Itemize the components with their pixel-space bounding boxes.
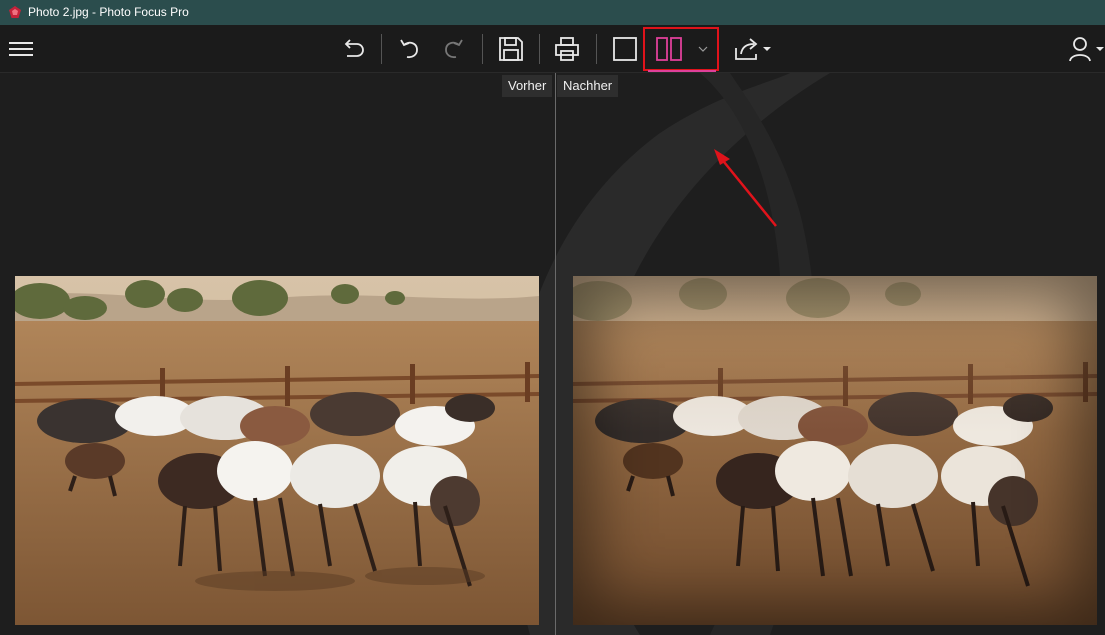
after-photo <box>573 276 1097 625</box>
undo-icon[interactable] <box>395 35 423 63</box>
split-view-icon[interactable] <box>654 35 684 63</box>
after-label: Nachher <box>557 75 619 97</box>
before-photo <box>15 276 539 625</box>
toolbar-separator <box>381 34 382 64</box>
active-indicator <box>648 70 716 72</box>
image-canvas: Vorher Nachher <box>0 73 1105 635</box>
annotation-arrow <box>714 149 777 227</box>
user-icon[interactable] <box>1068 35 1104 63</box>
save-icon[interactable] <box>497 35 525 63</box>
toolbar-separator <box>596 34 597 64</box>
toolbar-separator <box>482 34 483 64</box>
vignette-overlay <box>573 276 1097 625</box>
before-label: Vorher <box>502 75 553 97</box>
share-icon[interactable] <box>733 35 773 63</box>
title-bar: Photo 2.jpg - Photo Focus Pro <box>0 0 1105 25</box>
toolbar-separator <box>539 34 540 64</box>
compare-divider[interactable] <box>555 73 556 635</box>
app-logo-icon <box>9 6 21 18</box>
single-view-icon[interactable] <box>611 35 639 63</box>
toolbar <box>0 25 1105 73</box>
undo-all-icon[interactable] <box>339 35 367 63</box>
print-icon[interactable] <box>553 35 581 63</box>
hamburger-menu-icon[interactable] <box>8 37 34 61</box>
chevron-down-icon[interactable] <box>696 42 710 56</box>
redo-icon[interactable] <box>440 35 468 63</box>
window-title: Photo 2.jpg - Photo Focus Pro <box>28 5 189 19</box>
